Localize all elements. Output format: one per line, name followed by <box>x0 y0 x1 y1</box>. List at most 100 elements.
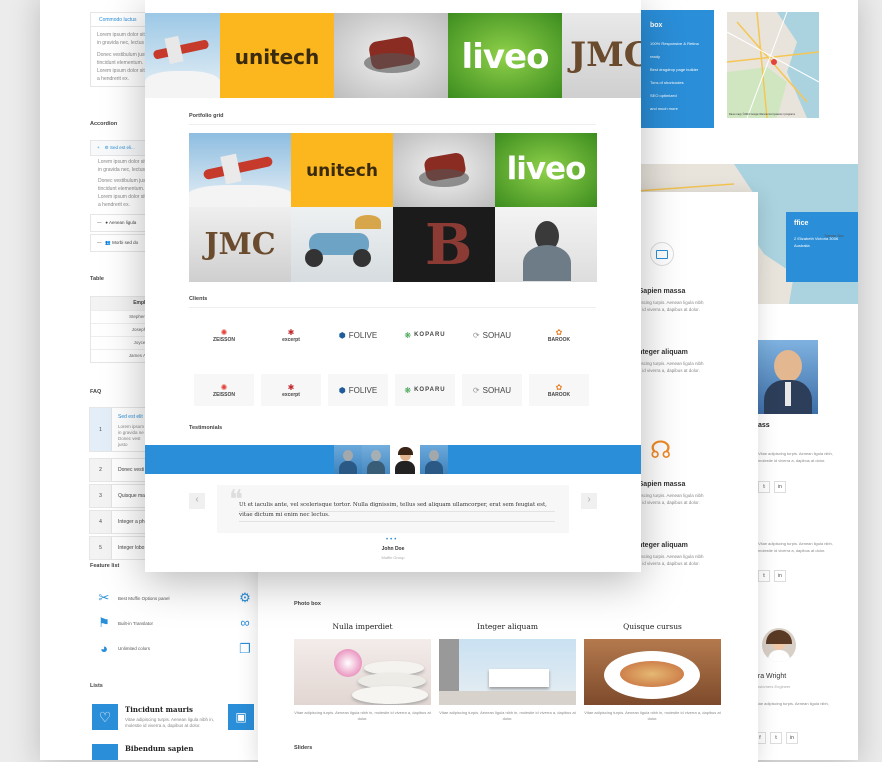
jmc-logo: JMC <box>204 227 276 262</box>
jmc-logo-tile[interactable]: JMC <box>562 13 641 98</box>
photo-box[interactable]: Nulla imperdiet Vitae adipiscing turpis.… <box>294 622 431 722</box>
client-logo[interactable]: ✱ excerpt <box>261 374 321 406</box>
faq-number: 3 <box>90 485 112 507</box>
infinity-icon: ∞ <box>240 615 250 630</box>
jmc-logo: JMC <box>570 35 641 75</box>
portfolio-grid: unitech liveo JMC B <box>189 133 597 282</box>
linkedin-icon[interactable]: in <box>774 570 786 582</box>
unitech-logo: unitech <box>234 45 320 69</box>
gear-icon: ⚙ <box>239 590 251 605</box>
liveo-logo: liveo <box>506 151 587 187</box>
photo-box-heading: Quisque cursus <box>623 622 682 631</box>
twitter-icon[interactable]: 𝕥 <box>758 570 770 582</box>
monitor-icon <box>650 242 674 266</box>
liveo-logo-tile[interactable]: liveo <box>495 133 597 207</box>
avatar-active[interactable] <box>390 445 420 474</box>
airplane-image[interactable] <box>145 13 220 98</box>
prev-button[interactable]: ‹ <box>189 493 205 509</box>
list-item-text: molestie id viverra a, dapibus at dolor. <box>125 723 201 728</box>
info-box-item: Tons of shortcodes <box>650 80 684 85</box>
feature-item: ⚑ Built-in Translator <box>96 615 153 631</box>
koparu-icon: ❋ <box>404 385 412 395</box>
social-links: 𝕥 in <box>758 475 790 493</box>
feature-label: Unlimited colors <box>118 646 151 651</box>
faq-title: FAQ <box>90 389 102 395</box>
avatar[interactable] <box>334 445 362 474</box>
testimonial-quote-box: ❝ Ut et iaculis ante, vel scelerisque to… <box>217 485 569 533</box>
client-logo[interactable]: ✿ BAROOK <box>529 374 589 406</box>
unitech-logo-tile[interactable]: unitech <box>220 13 334 98</box>
client-logo[interactable]: ⟳ SOHAU <box>462 374 522 406</box>
client-logo[interactable]: ✱ excerpt <box>261 319 321 351</box>
photo-box-heading: Integer aliquam <box>477 622 538 631</box>
info-box-title: box <box>650 22 663 29</box>
team-avatar <box>762 628 796 662</box>
client-logo[interactable]: ⬢ FOLIVE <box>328 374 388 406</box>
jmc-logo-tile[interactable]: JMC <box>189 207 291 282</box>
splash-portrait-image[interactable] <box>495 207 597 282</box>
unitech-logo-tile[interactable]: unitech <box>291 133 393 207</box>
office-title: ffice <box>794 220 809 227</box>
buggy-car-image[interactable] <box>291 207 393 282</box>
koparu-icon: ❋ <box>404 330 412 340</box>
info-box-item: SEO optimized <box>650 93 677 98</box>
heart-icon: ♡ <box>92 704 118 730</box>
avatar[interactable] <box>420 445 448 474</box>
plus-icon: + <box>97 145 100 150</box>
client-name: FOLIVE <box>348 385 378 395</box>
team-text: Vitae adipiscing turpis. Aenean ligula n… <box>754 701 829 706</box>
headset-icon: ☊ <box>650 437 672 464</box>
front-page: unitech liveo JMC Portfolio grid unitech <box>145 0 641 572</box>
zeisson-icon: ✺ <box>220 327 228 337</box>
faq-question: Quisque ma <box>118 493 145 499</box>
letter-b-image[interactable]: B <box>393 207 495 282</box>
linkedin-icon[interactable]: in <box>786 732 798 744</box>
barook-icon: ✿ <box>555 382 563 392</box>
info-box-item: 100% Responsive & Retina ready <box>650 41 699 59</box>
car-explosion-image[interactable] <box>393 133 495 207</box>
liveo-logo-tile[interactable]: liveo <box>448 13 562 98</box>
client-logo[interactable]: ✺ ZEISSON <box>194 374 254 406</box>
map-small-graphic <box>727 12 819 118</box>
testimonial-avatars <box>334 445 452 474</box>
linkedin-icon[interactable]: in <box>774 481 786 493</box>
client-logo[interactable]: ✿ BAROOK <box>529 319 589 351</box>
food-image <box>584 639 721 705</box>
next-button[interactable]: › <box>581 493 597 509</box>
car-explosion-image[interactable] <box>334 13 448 98</box>
avatar[interactable] <box>362 445 390 474</box>
portfolio-grid-title: Portfolio grid <box>189 113 224 119</box>
folive-icon: ⬢ <box>338 385 346 395</box>
client-logo[interactable]: ❋ KOPARU <box>395 374 455 406</box>
faq-question: Integer a ph <box>118 519 145 525</box>
client-name: FOLIVE <box>348 330 378 340</box>
top-portfolio-strip: unitech liveo JMC <box>145 13 641 98</box>
twitter-icon[interactable]: 𝕥 <box>770 732 782 744</box>
orchid-stones-image <box>294 639 431 705</box>
client-logo[interactable]: ✺ ZEISSON <box>194 319 254 351</box>
client-logo[interactable]: ⟳ SOHAU <box>462 319 522 351</box>
testimonial-quote: Ut et iaculis ante, vel scelerisque tort… <box>239 502 547 518</box>
clients-title: Clients <box>189 296 208 302</box>
testimonial-avatar-bar <box>145 445 641 474</box>
client-name: KOPARU <box>414 332 446 338</box>
sliders-title: Sliders <box>294 745 313 751</box>
client-logo[interactable]: ⬢ FOLIVE <box>328 319 388 351</box>
feature-item: ◕ Unlimited colors <box>96 641 150 656</box>
info-box-item: Best dragdrop page builder <box>650 67 699 72</box>
photo-box-title: Photo box <box>294 601 321 607</box>
team-text: molestie id viverra a, dapibus at dolor. <box>758 458 826 463</box>
photo-box[interactable]: Integer aliquam Vitae adipiscing turpis.… <box>439 622 576 722</box>
list-item-title: Tincidunt mauris <box>125 705 193 714</box>
client-name: ZEISSON <box>213 336 235 343</box>
photo-box-text: Vitae adipiscing turpis. Aenean ligula n… <box>294 710 431 721</box>
photo-box[interactable]: Quisque cursus Vitae adipiscing turpis. … <box>584 622 721 722</box>
pagination-dots[interactable]: ••• <box>386 537 398 543</box>
feature-label: Built-in Translator <box>118 620 154 626</box>
twitter-icon[interactable]: 𝕥 <box>758 481 770 493</box>
faq-number: 1 <box>90 408 112 451</box>
excerpt-icon: ✱ <box>287 382 295 392</box>
airplane-image[interactable] <box>189 133 291 207</box>
map-small[interactable]: Dane mapy ©2016 Google Warunki korzystan… <box>727 12 819 118</box>
client-logo[interactable]: ❋ KOPARU <box>395 319 455 351</box>
